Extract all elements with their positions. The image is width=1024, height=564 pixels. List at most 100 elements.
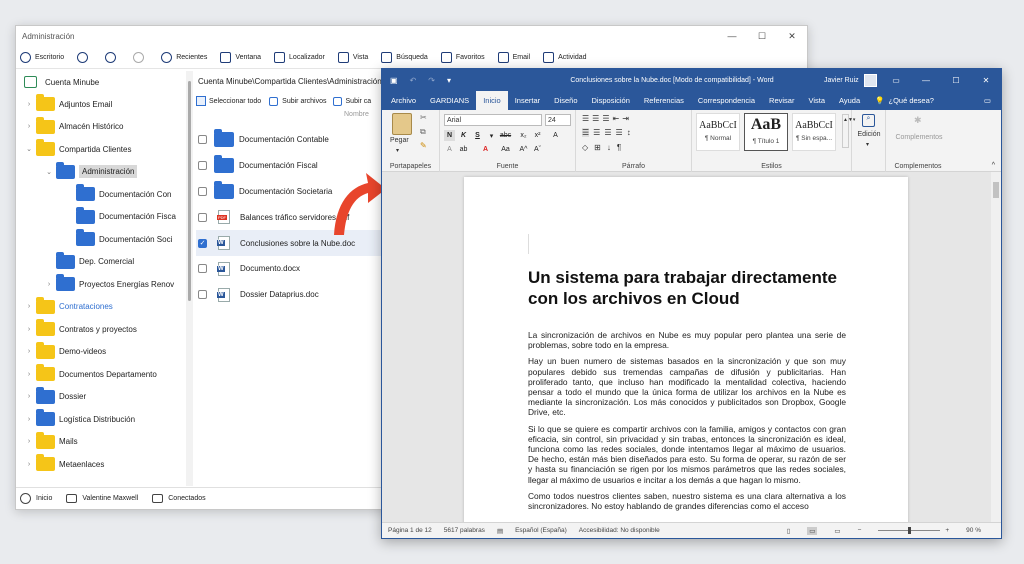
search-button[interactable]: Búsqueda xyxy=(381,52,428,63)
decrease-indent-icon[interactable]: ⇤ xyxy=(613,114,620,123)
style-option[interactable]: AaBbCcI ¶ Sin espa... xyxy=(792,113,836,151)
zoom-in-icon[interactable]: + xyxy=(945,527,949,534)
text-effects-icon[interactable]: A xyxy=(444,144,455,155)
chevron-down-icon[interactable]: ⌄ xyxy=(44,168,54,176)
redo-icon[interactable]: ↷ xyxy=(428,76,435,85)
account-button[interactable]: Javier Ruiz xyxy=(824,73,877,87)
tree-item[interactable]: Documentación Con xyxy=(16,183,186,206)
font-size-select[interactable]: 24 xyxy=(545,114,571,126)
tree-item[interactable]: › Demo-videos xyxy=(16,341,186,364)
styles-more-icon[interactable]: ▲▼▾ xyxy=(842,114,855,148)
tab-vista[interactable]: Vista xyxy=(801,91,832,110)
row-checkbox[interactable] xyxy=(198,186,207,196)
connected-users-button[interactable]: Conectados xyxy=(152,494,206,503)
chevron-right-icon[interactable]: › xyxy=(24,101,34,108)
document-page[interactable]: Un sistema para trabajar directamente co… xyxy=(464,177,908,524)
font-name-select[interactable]: Arial xyxy=(444,114,542,126)
close-icon[interactable]: ✕ xyxy=(971,76,1001,85)
font-color-icon[interactable]: A xyxy=(480,144,491,155)
copy-icon[interactable]: ⧉ xyxy=(420,127,426,137)
locator-button[interactable]: Localizador xyxy=(274,52,325,63)
tab-gardians[interactable]: GARDIANS xyxy=(423,91,476,110)
customize-qat-icon[interactable]: ▾ xyxy=(447,76,451,85)
tree-item[interactable]: Documentación Fisca xyxy=(16,206,186,229)
subscript-button[interactable]: x₂ xyxy=(518,130,529,141)
column-header-name[interactable]: Nombre xyxy=(196,111,396,127)
tree-scrollbar[interactable] xyxy=(186,71,193,486)
tab-referencias[interactable]: Referencias xyxy=(637,91,691,110)
tree-item[interactable]: › Contratos y proyectos xyxy=(16,318,186,341)
collapse-ribbon-icon[interactable]: ^ xyxy=(992,162,995,169)
chevron-right-icon[interactable]: › xyxy=(44,281,54,288)
chevron-down-icon[interactable]: ⌄ xyxy=(24,145,34,153)
minimize-icon[interactable]: — xyxy=(717,31,747,42)
shading-icon[interactable]: ◇ xyxy=(582,143,588,152)
select-all-button[interactable]: Seleccionar todo xyxy=(209,98,261,105)
user-button[interactable]: Valentine Maxwell xyxy=(66,494,138,503)
row-checkbox[interactable] xyxy=(198,264,207,274)
chevron-right-icon[interactable]: › xyxy=(24,326,34,333)
paste-icon[interactable] xyxy=(392,113,412,135)
tree-item[interactable]: › Documentos Departamento xyxy=(16,363,186,386)
web-layout-icon[interactable]: ▭ xyxy=(834,527,840,535)
minimize-icon[interactable]: — xyxy=(911,76,941,85)
multilevel-list-icon[interactable]: ☰ xyxy=(602,114,609,123)
chevron-right-icon[interactable]: › xyxy=(24,416,34,423)
proofing-icon[interactable]: ▤ xyxy=(497,527,503,535)
select-all-checkbox[interactable] xyxy=(196,96,206,106)
row-checkbox[interactable] xyxy=(198,290,207,300)
row-checkbox[interactable] xyxy=(198,212,207,222)
language[interactable]: Español (España) xyxy=(515,527,567,534)
borders-icon[interactable]: ⊞ xyxy=(594,143,601,152)
file-row[interactable]: Documentación Contable xyxy=(196,127,396,153)
desktop-button[interactable]: Escritorio xyxy=(20,52,64,63)
tree-item[interactable]: › Dossier xyxy=(16,386,186,409)
zoom-slider[interactable] xyxy=(878,527,941,534)
view-button[interactable]: Vista xyxy=(337,52,368,63)
italic-button[interactable]: K xyxy=(458,130,469,141)
tell-me-box[interactable]: 💡 ¿Qué desea? xyxy=(875,91,934,110)
tab-ayuda[interactable]: Ayuda xyxy=(832,91,867,110)
tab-revisar[interactable]: Revisar xyxy=(762,91,801,110)
underline-button[interactable]: S xyxy=(472,130,483,141)
ribbon-display-icon[interactable]: ▭ xyxy=(881,76,911,85)
grow-font-icon[interactable]: A^ xyxy=(518,144,529,155)
justify-icon[interactable]: ☰ xyxy=(616,128,623,137)
file-row[interactable]: Documento.docx xyxy=(196,256,396,282)
tab-insertar[interactable]: Insertar xyxy=(508,91,547,110)
tree-item[interactable]: ⌄ Compartida Clientes xyxy=(16,138,186,161)
upload-folder-button[interactable]: Subir ca xyxy=(346,98,372,105)
tree-item[interactable]: ⌄ Administración xyxy=(16,161,186,184)
favorites-button[interactable]: Favoritos xyxy=(440,52,485,63)
row-checkbox[interactable] xyxy=(198,135,207,145)
style-option[interactable]: AaBbCcI ¶ Normal xyxy=(696,113,740,151)
bullets-icon[interactable]: ☰ xyxy=(582,114,589,123)
strikethrough-button[interactable]: abc xyxy=(500,130,511,141)
tree-item[interactable]: › Contrataciones xyxy=(16,296,186,319)
tree-item[interactable]: Documentación Soci xyxy=(16,228,186,251)
clear-format-icon[interactable]: A xyxy=(550,130,561,141)
zoom-level[interactable]: 90 % xyxy=(966,527,981,534)
search-icon[interactable]: ⌕ xyxy=(862,114,875,127)
maximize-icon[interactable]: ☐ xyxy=(747,31,777,42)
superscript-button[interactable]: x² xyxy=(532,130,543,141)
maximize-icon[interactable]: ☐ xyxy=(941,76,971,85)
file-row[interactable]: Dossier Dataprius.doc xyxy=(196,282,396,308)
tree-item[interactable]: › Metaenlaces xyxy=(16,453,186,476)
page-count[interactable]: Página 1 de 12 xyxy=(388,527,432,534)
row-checkbox[interactable]: ✓ xyxy=(198,238,207,248)
comments-icon[interactable]: ▭ xyxy=(984,91,991,110)
tree-item[interactable]: › Logística Distribución xyxy=(16,408,186,431)
cut-icon[interactable]: ✂ xyxy=(420,113,427,122)
sort-icon[interactable]: ↓ xyxy=(607,143,611,152)
chevron-right-icon[interactable]: › xyxy=(24,461,34,468)
chevron-right-icon[interactable]: › xyxy=(24,438,34,445)
tree-item[interactable]: › Adjuntos Email xyxy=(16,93,186,116)
increase-indent-icon[interactable]: ⇥ xyxy=(622,114,629,123)
tree-item[interactable]: › Almacén Histórico xyxy=(16,116,186,139)
chevron-right-icon[interactable]: › xyxy=(24,393,34,400)
align-right-icon[interactable]: ☰ xyxy=(604,128,611,137)
chevron-right-icon[interactable]: › xyxy=(24,371,34,378)
editing-button[interactable]: Edición xyxy=(854,131,884,138)
tab-inicio[interactable]: Inicio xyxy=(476,91,508,110)
